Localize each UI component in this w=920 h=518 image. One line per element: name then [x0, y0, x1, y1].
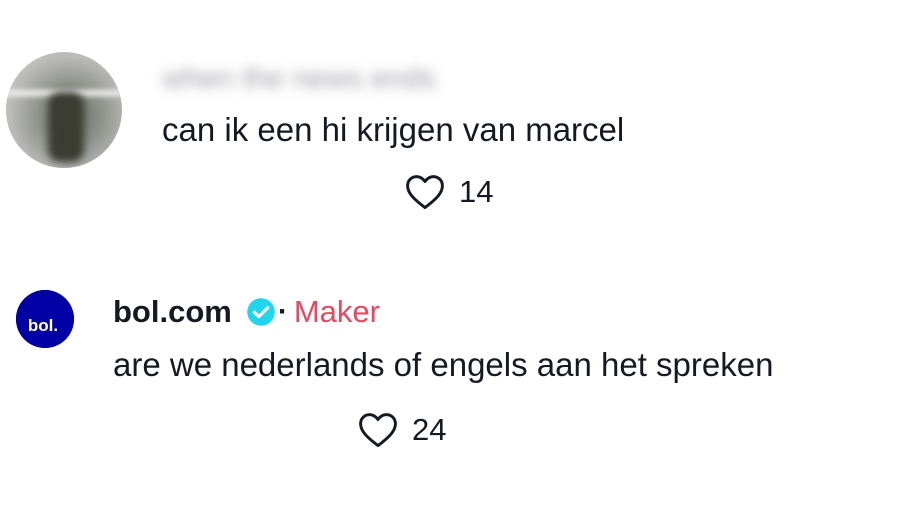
- avatar-logo-text: bol.: [28, 316, 58, 335]
- comment-username[interactable]: when the news ends: [162, 62, 436, 96]
- heart-icon[interactable]: [403, 170, 447, 214]
- comment-text: are we nederlands of engels aan het spre…: [113, 346, 774, 383]
- comment-username[interactable]: bol.com: [113, 294, 232, 330]
- heart-icon[interactable]: [356, 408, 400, 452]
- like-button[interactable]: 14: [403, 170, 493, 214]
- creator-label: Maker: [293, 294, 380, 329]
- like-count: 14: [459, 174, 494, 209]
- like-count: 24: [412, 412, 447, 447]
- commenter-avatar[interactable]: [6, 52, 122, 168]
- like-button[interactable]: 24: [356, 408, 446, 452]
- comment-text: can ik een hi krijgen van marcel: [162, 111, 625, 148]
- separator-dot: ·: [277, 295, 288, 328]
- bol-logo-icon: bol.: [16, 290, 74, 348]
- comment-header: bol.com · Maker: [113, 292, 380, 332]
- avatar-photo-detail: [48, 92, 84, 162]
- verified-badge-icon: [247, 298, 275, 326]
- commenter-avatar[interactable]: bol.: [16, 290, 74, 348]
